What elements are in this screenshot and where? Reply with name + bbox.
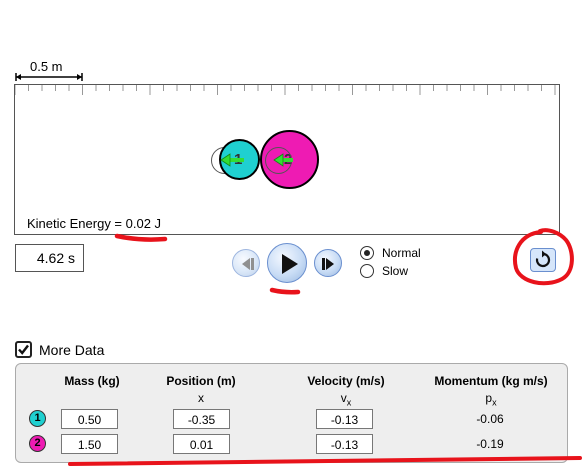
play-icon <box>282 254 298 274</box>
momentum-header: Momentum (kg m/s) <box>434 374 548 388</box>
more-data-checkbox[interactable] <box>15 341 32 358</box>
momentum-subheader: px <box>485 391 497 408</box>
ball-2-velocity-field[interactable]: -0.13 <box>316 434 373 454</box>
play-area[interactable]: 1 2 Kinetic Energy = 0.02 J <box>14 84 560 235</box>
speed-normal-label: Normal <box>382 246 421 260</box>
scale-bar <box>15 73 83 81</box>
ruler-ticks <box>15 85 556 95</box>
mass-header: Mass (kg) <box>64 374 120 388</box>
reset-button[interactable] <box>530 248 556 272</box>
step-forward-button[interactable] <box>314 249 342 277</box>
ball-2-mass-field[interactable]: 1.50 <box>61 434 118 454</box>
ball-2-row-icon: 2 <box>29 435 46 452</box>
speed-slow-label: Slow <box>382 264 409 278</box>
elapsed-time-display: 4.62 s <box>15 244 84 272</box>
ball-1-momentum-value: -0.06 <box>476 412 504 426</box>
speed-slow-option[interactable]: Slow <box>360 264 408 278</box>
ball-1-number: 1 <box>234 151 243 168</box>
more-data-toggle[interactable]: More Data <box>15 341 104 358</box>
annotation-underline-ke <box>114 233 168 242</box>
velocity-header: Velocity (m/s) <box>307 374 385 388</box>
reset-icon <box>535 250 551 268</box>
position-header: Position (m) <box>166 374 236 388</box>
ball-1[interactable]: 1 <box>219 139 260 180</box>
kinetic-energy-label: Kinetic Energy = 0.02 J <box>27 216 162 231</box>
ball-1-velocity-field[interactable]: -0.13 <box>316 409 373 429</box>
ball-2-position-field[interactable]: 0.01 <box>173 434 230 454</box>
collision-lab-screen: 0.5 m 1 2 Kinetic Energy = 0.02 J 4.62 s… <box>0 0 584 471</box>
ball-1-position-field[interactable]: -0.35 <box>173 409 230 429</box>
annotation-underline-play <box>269 287 301 295</box>
step-back-icon <box>242 258 254 270</box>
step-forward-icon <box>322 258 334 270</box>
velocity-subheader: vx <box>340 391 352 408</box>
ball-1-row-icon: 1 <box>29 410 46 427</box>
speed-normal-radio[interactable] <box>360 246 374 260</box>
position-subheader: x <box>198 391 204 405</box>
checkmark-icon <box>18 344 29 355</box>
more-data-table: Mass (kg) Position (m) x Velocity (m/s) … <box>15 363 568 463</box>
ball-1-mass-field[interactable]: 0.50 <box>61 409 118 429</box>
ball-2-momentum-value: -0.19 <box>476 437 504 451</box>
speed-slow-radio[interactable] <box>360 264 374 278</box>
ball-2-ghost <box>265 147 292 174</box>
step-back-button[interactable] <box>232 249 260 277</box>
more-data-label: More Data <box>39 341 105 358</box>
play-button[interactable] <box>267 243 307 283</box>
scale-label: 0.5 m <box>30 59 63 74</box>
speed-normal-option[interactable]: Normal <box>360 246 421 260</box>
